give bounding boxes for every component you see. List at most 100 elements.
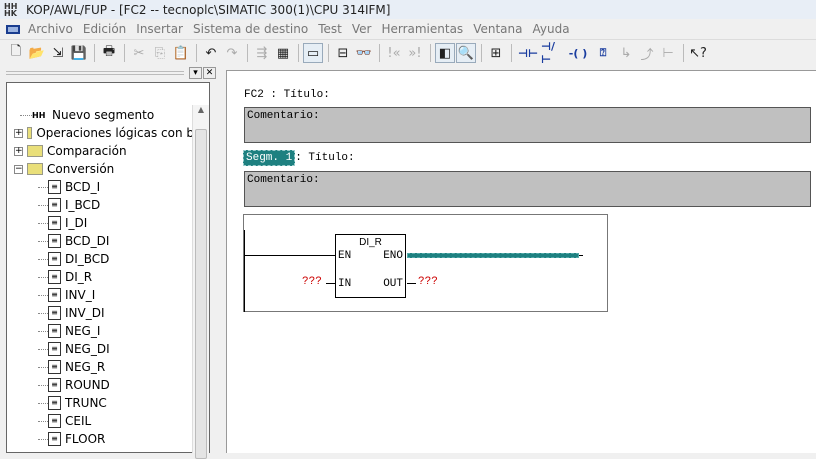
tree-item[interactable]: ≡ NEG_I	[8, 322, 194, 340]
menu-edici-n[interactable]: Edición	[83, 22, 126, 36]
print-icon[interactable]: 🖶	[99, 43, 119, 63]
prev-error-icon[interactable]: !«	[384, 43, 404, 63]
folder-icon	[27, 145, 43, 157]
menu-archivo[interactable]: Archivo	[28, 22, 73, 36]
document-system-icon[interactable]	[6, 24, 20, 34]
details-icon[interactable]: 🔍	[456, 43, 476, 63]
toolbar-separator	[511, 44, 512, 62]
tree-item[interactable]: HH Nuevo segmento	[8, 106, 194, 124]
tree-item[interactable]: ≡ I_BCD	[8, 196, 194, 214]
expand-toggle-icon[interactable]: +	[14, 146, 23, 156]
tree-item[interactable]: ≡ I_DI	[8, 214, 194, 232]
next-error-icon[interactable]: »!	[405, 43, 425, 63]
expand-toggle-icon[interactable]: −	[14, 164, 23, 174]
open-icon[interactable]: 📂	[27, 43, 47, 63]
tree-item-label: I_BCD	[65, 198, 101, 212]
tree-item[interactable]: ≡ INV_I	[8, 286, 194, 304]
undo-icon[interactable]: ↶	[201, 43, 221, 63]
coil-icon[interactable]: -( )	[566, 43, 590, 63]
title-bar: HH HK KOP/AWL/FUP - [FC2 -- tecnoplc\SIMA…	[0, 0, 816, 19]
window-title: KOP/AWL/FUP - [FC2 -- tecnoplc\SIMATIC 3…	[26, 2, 391, 17]
en-wire	[244, 255, 335, 256]
menu-test[interactable]: Test	[318, 22, 342, 36]
toolbar-separator	[328, 44, 329, 62]
monitor-icon[interactable]: 👓	[354, 43, 374, 63]
panel-dropdown-button[interactable]: ▾	[189, 67, 202, 79]
empty-box-icon[interactable]: ⍰	[591, 43, 615, 63]
tree-item[interactable]: ≡ NEG_R	[8, 358, 194, 376]
tree-item[interactable]: ≡ ROUND	[8, 376, 194, 394]
menu-sistema-de-destino[interactable]: Sistema de destino	[193, 22, 308, 36]
segment-title[interactable]: : Título:	[295, 152, 354, 164]
eno-wire-selected[interactable]	[407, 253, 579, 258]
function-box-icon: ≡	[48, 414, 61, 428]
tree-item-label: NEG_DI	[65, 342, 110, 356]
new-icon[interactable]: 🗋	[6, 43, 26, 63]
tree-item[interactable]: + Comparación	[8, 142, 194, 160]
vertical-scrollbar[interactable]: ▲	[192, 105, 209, 459]
paste-icon[interactable]: 📋	[171, 43, 191, 63]
menu-ayuda[interactable]: Ayuda	[532, 22, 569, 36]
network-icon[interactable]: ⊟	[333, 43, 353, 63]
download-icon[interactable]: ⇶	[252, 43, 272, 63]
ladder-network[interactable]: DI_R EN ENO IN OUT ??? ???	[243, 214, 608, 312]
module-icon[interactable]: ▦	[273, 43, 293, 63]
folder-icon	[27, 127, 33, 139]
tree-item[interactable]: ≡ CEIL	[8, 412, 194, 430]
connection-icon[interactable]: ⊢	[658, 43, 678, 63]
copy-icon[interactable]: ⎘	[150, 43, 170, 63]
help-icon[interactable]: ↖?	[688, 43, 708, 63]
overview-window-icon[interactable]: ◧	[435, 43, 455, 63]
save-icon[interactable]: 💾	[69, 43, 89, 63]
tree-item-label: I_DI	[65, 216, 88, 230]
function-box-icon: ≡	[48, 324, 61, 338]
block-title[interactable]: FC2 : Título:	[244, 89, 330, 101]
program-elements-tree: HH Nuevo segmento + Operaciones lógicas con…	[6, 82, 210, 459]
tree-item[interactable]: − Conversión	[8, 160, 194, 178]
segment-label[interactable]: Segm. 1	[243, 150, 296, 166]
function-box-icon: ≡	[48, 396, 61, 410]
tree-item-label: BCD_DI	[65, 234, 110, 248]
nc-contact-icon[interactable]: ⊣/⊢	[541, 40, 565, 66]
tree-item[interactable]: ≡ DI_R	[8, 268, 194, 286]
tree-item[interactable]: ≡ INV_DI	[8, 304, 194, 322]
tree-item-label: ROUND	[65, 378, 110, 392]
tree-item[interactable]: ≡ BCD_DI	[8, 232, 194, 250]
drag-grip[interactable]	[6, 71, 184, 75]
toolbar-separator	[94, 44, 95, 62]
overview-icon[interactable]: ▭	[303, 43, 323, 63]
block-comment[interactable]: Comentario:	[244, 107, 811, 143]
expand-toggle-icon[interactable]: +	[14, 128, 23, 138]
scroll-up-arrow[interactable]: ▲	[193, 105, 209, 114]
menu-ver[interactable]: Ver	[352, 22, 372, 36]
tree-item-label: INV_I	[65, 288, 96, 302]
tree-item[interactable]: ≡ DI_BCD	[8, 250, 194, 268]
redo-icon[interactable]: ↷	[222, 43, 242, 63]
out-operand[interactable]: ???	[418, 276, 438, 288]
accessible-nodes-icon[interactable]: ⇲	[48, 43, 68, 63]
cut-icon[interactable]: ✂	[129, 43, 149, 63]
close-branch-icon[interactable]: ⤴	[637, 43, 657, 63]
tree-item-label: DI_BCD	[65, 252, 110, 266]
menu-ventana[interactable]: Ventana	[473, 22, 522, 36]
segment-comment[interactable]: Comentario:	[244, 171, 811, 207]
menu-herramientas[interactable]: Herramientas	[381, 22, 463, 36]
tree-item[interactable]: ≡ NEG_DI	[8, 340, 194, 358]
en-pin: EN	[338, 250, 352, 262]
panel-close-button[interactable]: ✕	[203, 67, 216, 79]
function-box-icon: ≡	[48, 432, 61, 446]
tree-item[interactable]: ≡ BCD_I	[8, 178, 194, 196]
new-segment-icon[interactable]: ⊞	[486, 43, 506, 63]
no-contact-icon[interactable]: ⊣⊢	[516, 43, 540, 63]
tree-item-label: Conversión	[47, 162, 115, 176]
tree-item[interactable]: ≡ FLOOR	[8, 430, 194, 448]
function-box-icon: ≡	[48, 288, 61, 302]
tree-item[interactable]: + Operaciones lógicas con b	[8, 124, 194, 142]
menu-insertar[interactable]: Insertar	[136, 22, 183, 36]
di-r-box[interactable]: DI_R EN ENO IN OUT	[335, 234, 406, 298]
in-operand[interactable]: ???	[302, 276, 322, 288]
tree-item[interactable]: ≡ TRUNC	[8, 394, 194, 412]
open-branch-icon[interactable]: ↳	[616, 43, 636, 63]
tree-item-label: Nuevo segmento	[52, 108, 155, 122]
scroll-thumb[interactable]	[195, 129, 207, 459]
